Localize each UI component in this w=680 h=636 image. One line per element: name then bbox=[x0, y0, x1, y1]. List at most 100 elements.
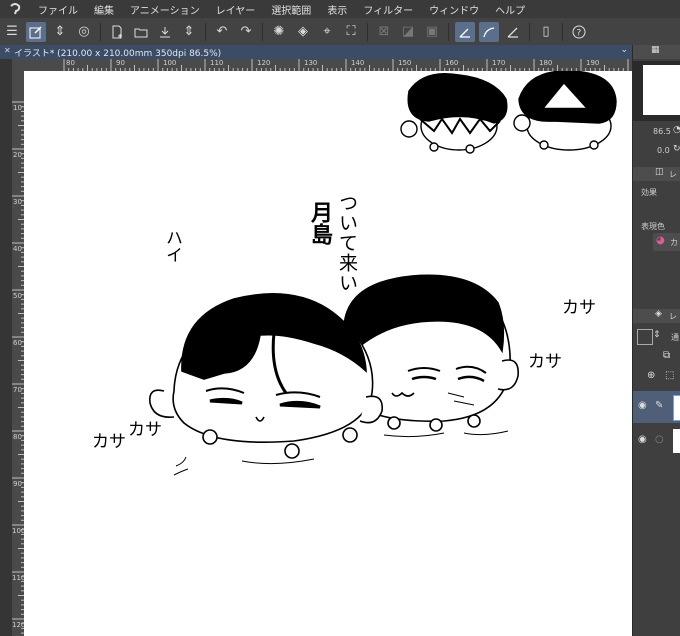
toolbar-divider bbox=[367, 22, 368, 41]
toolbar-divider bbox=[448, 22, 449, 41]
ruler-label: 140 bbox=[351, 59, 365, 67]
app-logo-icon[interactable] bbox=[0, 0, 30, 18]
eye-icon[interactable]: ◉ bbox=[638, 400, 647, 411]
layer-thumbnail bbox=[673, 395, 680, 421]
small-chibi-right bbox=[513, 71, 617, 151]
device-icon[interactable]: ▯ bbox=[536, 22, 556, 42]
handwritten-tsuite-koi: ついて来い bbox=[336, 193, 358, 293]
color-button-label: カ bbox=[670, 238, 678, 247]
ruler-label: 180 bbox=[539, 59, 553, 67]
copy-layer-icon[interactable]: ⧉ bbox=[663, 350, 670, 361]
chevron-down-icon[interactable]: ⌄ bbox=[620, 45, 628, 55]
menu-window[interactable]: ウィンドウ bbox=[421, 2, 487, 17]
curve-icon[interactable] bbox=[479, 21, 499, 42]
help-icon[interactable]: ? bbox=[569, 22, 589, 42]
redo-icon[interactable]: ↷ bbox=[236, 22, 256, 42]
layer-lock-icon[interactable]: ○ bbox=[655, 434, 664, 445]
close-tab-icon[interactable]: ✕ bbox=[4, 46, 11, 55]
ruler-label: 80 bbox=[66, 59, 75, 67]
color-wheel-icon: ◕ bbox=[656, 235, 665, 246]
angle-value[interactable]: 0.0 bbox=[657, 146, 670, 155]
ruler-label: 120 bbox=[257, 59, 271, 67]
ruler-label: 30 bbox=[13, 198, 22, 206]
undo-icon[interactable]: ↶ bbox=[212, 22, 232, 42]
crop-icon[interactable]: ⛶ bbox=[341, 22, 361, 42]
toolbar-divider bbox=[529, 22, 530, 41]
menu-edit[interactable]: 編集 bbox=[86, 2, 122, 17]
pen-icon[interactable]: ✎ bbox=[655, 400, 663, 411]
fill-icon[interactable]: ◈ bbox=[293, 22, 313, 42]
menu-filter[interactable]: フィルター bbox=[355, 2, 421, 17]
chevron-updown-icon[interactable]: ⇕ bbox=[179, 22, 199, 42]
chevron-updown-icon[interactable]: ⇕ bbox=[50, 22, 70, 42]
menu-view[interactable]: 表示 bbox=[319, 2, 355, 17]
clear-outside-icon[interactable]: ⊠ bbox=[374, 22, 394, 42]
layer-property-icon[interactable]: ◫ bbox=[655, 167, 664, 177]
layers-icon[interactable]: ◈ bbox=[655, 309, 662, 319]
expression-color-label: 表現色 bbox=[641, 222, 665, 231]
ruler-label: 20 bbox=[13, 151, 22, 159]
handwritten-kasa: カサ bbox=[562, 298, 596, 318]
open-folder-icon[interactable] bbox=[131, 22, 151, 42]
loading-icon[interactable]: ✺ bbox=[269, 22, 289, 42]
toolbar-divider bbox=[562, 22, 563, 41]
zoom-icon[interactable]: ◔ bbox=[673, 125, 680, 135]
ruler-label: 40 bbox=[13, 245, 22, 253]
pen-stabilizer-icon[interactable] bbox=[455, 21, 475, 42]
ruler-label: 110 bbox=[210, 59, 224, 67]
color-button[interactable]: ◕ カ bbox=[653, 233, 680, 251]
menu-selection[interactable]: 選択範囲 bbox=[263, 2, 319, 17]
transform-icon[interactable]: ⌖ bbox=[317, 22, 337, 42]
ruler-label: 90 bbox=[116, 59, 125, 67]
selection-border-icon[interactable]: ▣ bbox=[422, 22, 442, 42]
hamburger-icon[interactable]: ☰ bbox=[2, 22, 22, 42]
layer-mask-icon[interactable] bbox=[637, 329, 653, 345]
zoom-value[interactable]: 86.5 bbox=[653, 127, 671, 136]
navigator-icon[interactable]: ▦ bbox=[651, 45, 660, 55]
ruler-label: 50 bbox=[13, 292, 22, 300]
small-chibi-left bbox=[400, 73, 508, 154]
document-tab-bar: ✕ イラスト* (210.00 x 210.00mm 350dpi 86.5%)… bbox=[0, 45, 632, 59]
new-file-icon[interactable] bbox=[107, 22, 127, 42]
command-bar: ☰ ⇕ ◎ ⇕ ↶ ↷ ✺ ◈ ⌖ ⛶ ⊠ ◪ ▣ ▯ ? bbox=[0, 18, 680, 46]
eye-icon[interactable]: ◉ bbox=[638, 434, 647, 445]
menu-bar: ファイル 編集 アニメーション レイヤー 選択範囲 表示 フィルター ウィンドウ… bbox=[0, 0, 680, 18]
effect-label: 効果 bbox=[641, 188, 657, 197]
invert-selection-icon[interactable]: ◪ bbox=[398, 22, 418, 42]
save-icon[interactable] bbox=[155, 22, 175, 42]
edit-mode-icon[interactable] bbox=[26, 21, 46, 42]
handwritten-kasa: カサ bbox=[92, 432, 126, 452]
svg-text:?: ? bbox=[577, 28, 582, 38]
menu-help[interactable]: ヘルプ bbox=[487, 2, 533, 17]
spiral-icon[interactable]: ◎ bbox=[74, 22, 94, 42]
panel-tab-label[interactable]: レ bbox=[669, 169, 677, 180]
menu-layer[interactable]: レイヤー bbox=[208, 2, 264, 17]
ruler-label: 190 bbox=[586, 59, 600, 67]
chevron-updown-icon[interactable]: ⇕ bbox=[653, 330, 661, 340]
panel-tab-label[interactable]: レ bbox=[669, 311, 677, 322]
rotate-icon[interactable]: ↻ bbox=[673, 144, 680, 154]
handwritten-hai: ハイ bbox=[162, 229, 182, 263]
ruler-label: 80 bbox=[13, 433, 22, 441]
blend-mode-label[interactable]: 通 bbox=[671, 332, 679, 343]
layer-row-active[interactable]: ◉ ✎ bbox=[633, 391, 680, 423]
ruler-label: 160 bbox=[445, 59, 459, 67]
menu-file[interactable]: ファイル bbox=[30, 2, 86, 17]
handwritten-kasa: カサ bbox=[128, 420, 162, 440]
ruler-label: 130 bbox=[304, 59, 318, 67]
navigator-preview[interactable] bbox=[633, 61, 680, 121]
document-tab[interactable]: イラスト* (210.00 x 210.00mm 350dpi 86.5%) bbox=[0, 46, 221, 59]
ruler-pen-icon[interactable] bbox=[503, 22, 523, 42]
layer-row[interactable]: ◉ ○ bbox=[633, 425, 680, 457]
drawing-canvas[interactable]: ついて来い 月島 ハイ カサ カサ カサ カサ bbox=[24, 71, 632, 636]
handwritten-kasa: カサ bbox=[528, 352, 562, 372]
handwritten-tsukishima: 月島 bbox=[307, 201, 332, 245]
toolbar-divider bbox=[100, 22, 101, 41]
layer-options-icon[interactable]: ⬚ bbox=[665, 370, 674, 381]
menu-animation[interactable]: アニメーション bbox=[122, 2, 208, 17]
panel-header: ◫ レ bbox=[633, 167, 680, 181]
tool-strip: » bbox=[0, 45, 12, 636]
toolbar-divider bbox=[205, 22, 206, 41]
new-layer-icon[interactable]: ⊕ bbox=[647, 370, 655, 381]
ruler-label: 150 bbox=[398, 59, 412, 67]
